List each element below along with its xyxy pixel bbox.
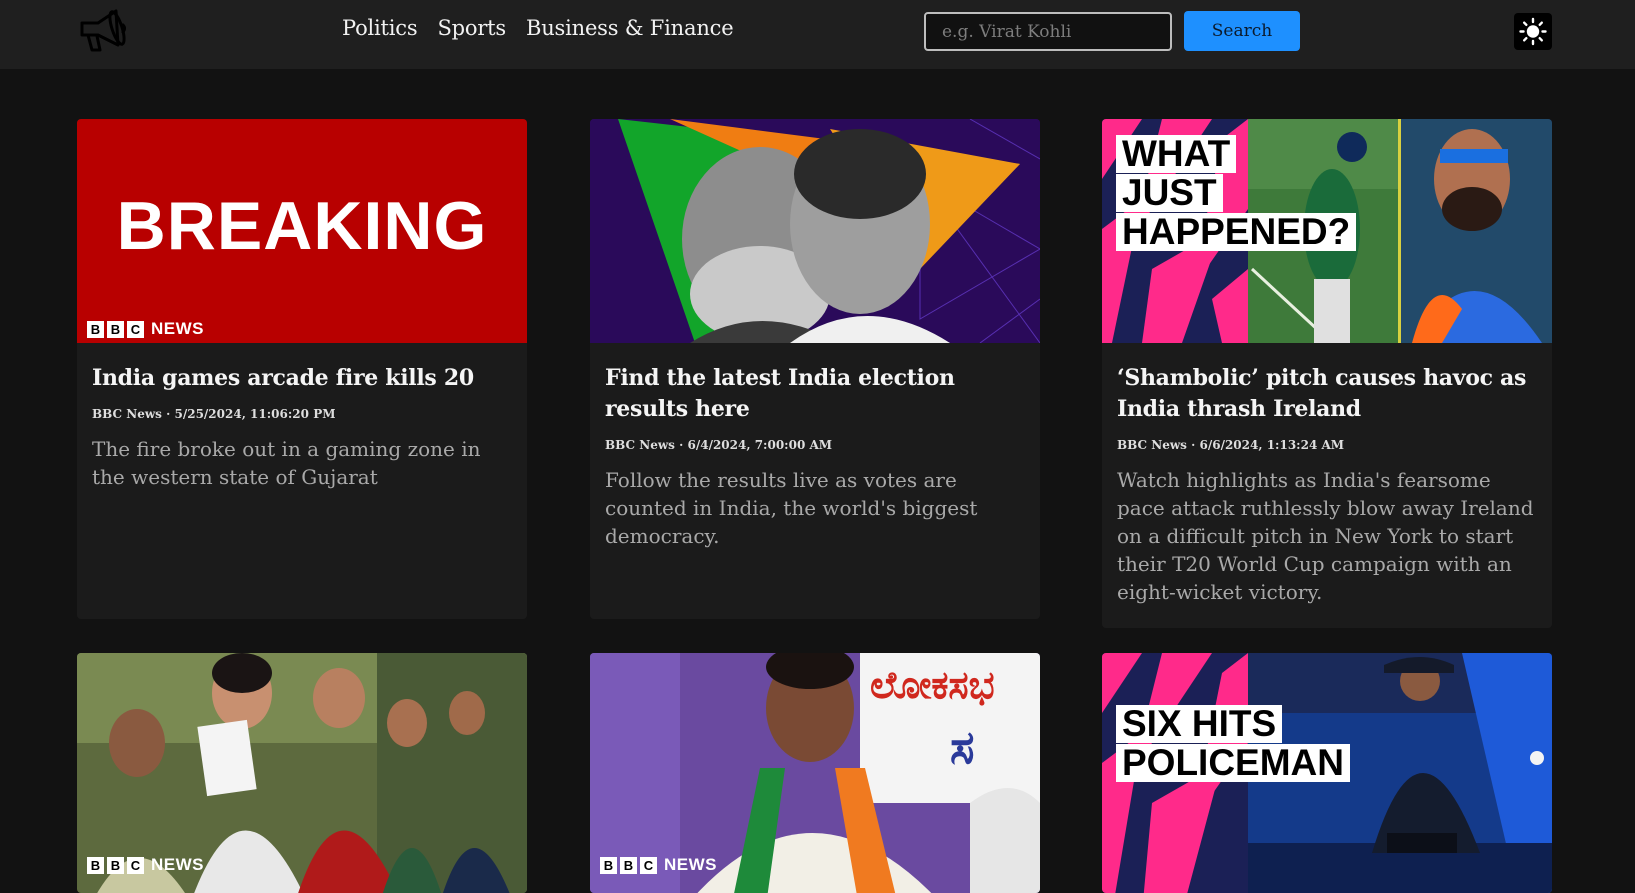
svg-text:ಲೋಕಸಭ: ಲೋಕಸಭ xyxy=(870,663,995,707)
card-source: BBC News xyxy=(1117,438,1187,452)
card-image: SIX HITS POLICEMAN xyxy=(1102,653,1552,893)
news-card[interactable]: BREAKING BBC NEWS India games arcade fir… xyxy=(77,119,527,619)
bbc-news-logo: BBC NEWS xyxy=(600,855,717,875)
bbc-news-logo: BBC NEWS xyxy=(87,855,204,875)
nav-link-business-finance[interactable]: Business & Finance xyxy=(526,16,734,40)
bbc-news-logo: BBC NEWS xyxy=(87,319,204,339)
search-button[interactable]: Search xyxy=(1184,11,1300,51)
card-image xyxy=(590,119,1040,343)
sun-icon xyxy=(1519,17,1547,46)
card-image: BREAKING BBC NEWS xyxy=(77,119,527,343)
card-date: 6/6/2024, 1:13:24 AM xyxy=(1199,438,1345,452)
card-source: BBC News xyxy=(92,407,162,421)
svg-text:ಸ: ಸ xyxy=(950,720,974,774)
card-image: BBC NEWS xyxy=(77,653,527,893)
news-card[interactable]: ಲೋಕಸಭ ಸ BBC NEWS xyxy=(590,653,1040,893)
nav-link-sports[interactable]: Sports xyxy=(437,16,506,40)
card-meta: BBC News · 6/4/2024, 7:00:00 AM xyxy=(605,438,833,452)
breaking-banner-text: BREAKING xyxy=(116,188,488,264)
search-input[interactable] xyxy=(924,12,1172,51)
news-card[interactable]: BBC NEWS xyxy=(77,653,527,893)
image-caption: SIX HITS POLICEMAN xyxy=(1116,705,1350,783)
news-card[interactable]: Find the latest India election results h… xyxy=(590,119,1040,619)
card-title[interactable]: ‘Shambolic’ pitch causes havoc as India … xyxy=(1117,363,1537,425)
card-date: 5/25/2024, 11:06:20 PM xyxy=(174,407,336,421)
nav-link-politics[interactable]: Politics xyxy=(342,16,418,40)
card-image: ಲೋಕಸಭ ಸ BBC NEWS xyxy=(590,653,1040,893)
megaphone-icon[interactable] xyxy=(76,5,128,55)
news-card[interactable]: WHAT JUST HAPPENED? ‘Shambolic’ pitch ca… xyxy=(1102,119,1552,628)
theme-toggle-button[interactable] xyxy=(1514,13,1552,50)
card-description: Watch highlights as India's fearsome pac… xyxy=(1117,468,1534,604)
navbar: Politics Sports Business & Finance Searc… xyxy=(0,0,1635,69)
card-source: BBC News xyxy=(605,438,675,452)
card-image: WHAT JUST HAPPENED? xyxy=(1102,119,1552,343)
main-nav: Politics Sports Business & Finance xyxy=(342,16,734,40)
card-date: 6/4/2024, 7:00:00 AM xyxy=(687,438,833,452)
card-meta: BBC News · 6/6/2024, 1:13:24 AM xyxy=(1117,438,1345,452)
card-meta: BBC News · 5/25/2024, 11:06:20 PM xyxy=(92,407,336,421)
image-caption: WHAT JUST HAPPENED? xyxy=(1116,135,1357,252)
card-title[interactable]: Find the latest India election results h… xyxy=(605,363,1025,425)
card-description: The fire broke out in a gaming zone in t… xyxy=(92,437,481,489)
card-title[interactable]: India games arcade fire kills 20 xyxy=(92,363,512,394)
card-description: Follow the results live as votes are cou… xyxy=(605,468,978,548)
news-card[interactable]: SIX HITS POLICEMAN xyxy=(1102,653,1552,893)
election-illustration xyxy=(590,119,1040,343)
